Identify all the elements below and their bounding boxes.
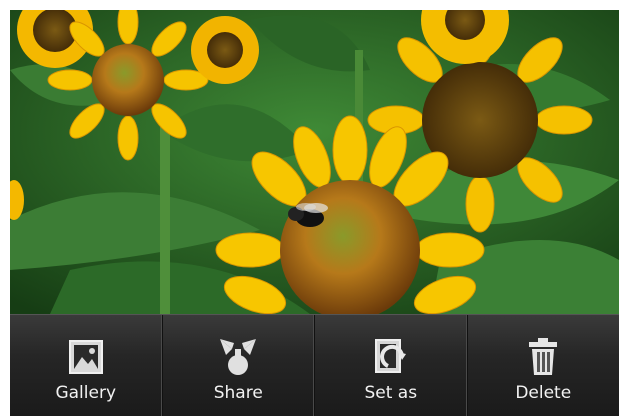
set-as-button[interactable]: Set as <box>315 315 468 416</box>
set-as-icon <box>369 335 413 379</box>
gallery-icon <box>64 335 108 379</box>
delete-button[interactable]: Delete <box>468 315 620 416</box>
trash-icon <box>521 335 565 379</box>
delete-label: Delete <box>515 383 572 403</box>
action-bar: Gallery Share Set as Delete <box>10 314 619 416</box>
share-button[interactable]: Share <box>163 315 315 416</box>
share-icon <box>216 335 260 379</box>
image-viewer: Gallery Share Set as Delete <box>10 10 619 416</box>
gallery-label: Gallery <box>55 383 117 403</box>
flower-left <box>47 10 209 161</box>
gallery-button[interactable]: Gallery <box>10 315 163 416</box>
photo[interactable] <box>10 10 619 314</box>
share-label: Share <box>213 383 263 403</box>
set-as-label: Set as <box>364 383 418 403</box>
sunflower-photo <box>10 10 619 314</box>
